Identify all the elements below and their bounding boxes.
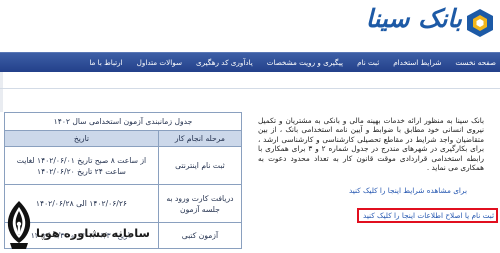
nav-home[interactable]: صفحه نخست [448, 58, 500, 67]
stage-cell: ثبت نام اینترنتی [157, 146, 241, 185]
date-cell: از ساعت ۸ صبح تاریخ ۱۴۰۲/۰۶/۰۱ لغایت ساع… [5, 146, 159, 185]
nav-contact[interactable]: ارتباط با ما [82, 58, 129, 67]
pen-nib-watermark-icon [7, 201, 31, 249]
register-link[interactable]: ثبت نام یا اصلاح اطلاعات اینجا را کلیک ک… [363, 211, 494, 220]
nav-faq[interactable]: سوالات متداول [130, 58, 189, 67]
column-header-date: تاریخ [5, 131, 159, 147]
page: بانک سینا صفحه نخست شرایط استخدام ثبت نا… [0, 0, 500, 253]
nav-track-details[interactable]: پیگیری و رویت مشخصات [260, 58, 350, 67]
column-header-stage: مرحله انجام کار [157, 131, 241, 147]
nav-employment-conditions[interactable]: شرایط استخدام [386, 58, 448, 67]
site-header: بانک سینا [0, 0, 500, 52]
stage-cell: آزمون کتبی [157, 222, 241, 249]
bank-logo-text[interactable]: بانک سینا [366, 4, 462, 33]
table-row: دریافت کارت ورود به جلسه آزمون ۱۴۰۲/۰۶/۲… [5, 184, 241, 223]
schedule-title: جدول زمانبندی آزمون استخدامی سال ۱۴۰۲ [5, 113, 241, 131]
intro-paragraph: بانک سینا به منظور ارائه خدمات بهینه مال… [258, 116, 484, 173]
nav-register[interactable]: ثبت نام [350, 58, 386, 67]
schedule-header-row: مرحله انجام کار تاریخ [5, 131, 241, 147]
highlight-box: ثبت نام یا اصلاح اطلاعات اینجا را کلیک ک… [357, 208, 498, 223]
content-divider [0, 88, 500, 89]
table-row: ثبت نام اینترنتی از ساعت ۸ صبح تاریخ ۱۴۰… [5, 146, 241, 185]
stage-cell: دریافت کارت ورود به جلسه آزمون [157, 184, 241, 223]
sina-bank-logo-icon[interactable] [466, 8, 494, 38]
left-border-strip [0, 72, 3, 112]
watermark-text: سامانه مشاوره هوپا [36, 226, 150, 240]
main-nav: صفحه نخست شرایط استخدام ثبت نام پیگیری و… [0, 52, 500, 73]
nav-tracking-code-reminder[interactable]: یادآوری کد رهگیری [189, 58, 260, 67]
conditions-link[interactable]: برای مشاهده شرایط اینجا را کلیک کنید [349, 186, 467, 195]
